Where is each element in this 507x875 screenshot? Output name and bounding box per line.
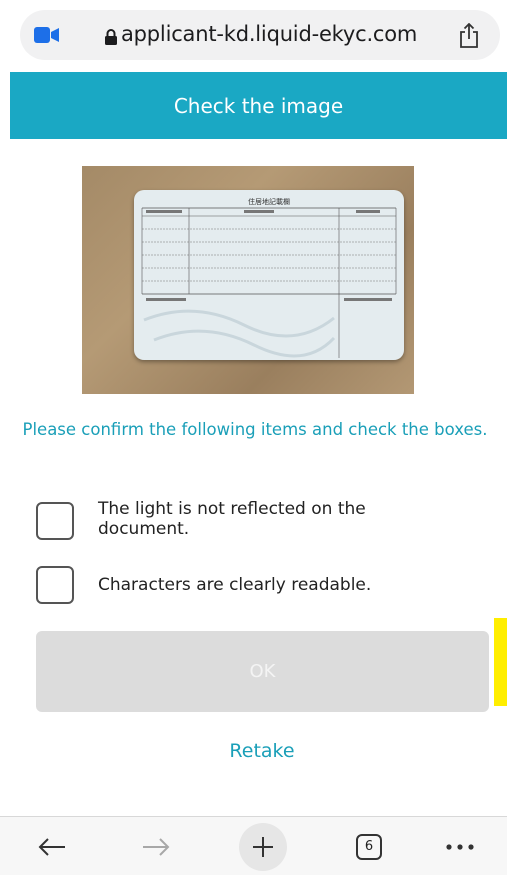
screen: applicant-kd.liquid-ekyc.com Check the i…	[0, 0, 507, 875]
captured-document-image: 住居地記載欄	[82, 166, 414, 394]
instruction-text: Please confirm the following items and c…	[22, 420, 488, 439]
page-title: Check the image	[173, 93, 344, 118]
residence-card-back: 住居地記載欄	[134, 190, 404, 360]
tabs-button[interactable]: 6	[352, 817, 386, 875]
back-button[interactable]	[32, 817, 72, 875]
url-text[interactable]: applicant-kd.liquid-ekyc.com	[121, 22, 417, 46]
characters-readable-checkbox[interactable]	[36, 566, 74, 604]
ok-button[interactable]: OK	[36, 631, 489, 712]
ok-button-label: OK	[249, 661, 276, 682]
video-camera-icon[interactable]	[34, 26, 60, 44]
checkbox-label[interactable]: Characters are clearly readable.	[98, 575, 428, 595]
card-title: 住居地記載欄	[248, 197, 290, 206]
tab-count-badge: 6	[356, 833, 382, 860]
address-bar[interactable]: applicant-kd.liquid-ekyc.com	[20, 10, 500, 60]
more-button[interactable]	[440, 817, 480, 875]
light-not-reflected-checkbox[interactable]	[36, 502, 74, 540]
card-grid-graphic: 住居地記載欄	[141, 197, 397, 358]
browser-toolbar: 6	[0, 816, 507, 875]
share-icon[interactable]	[458, 23, 480, 49]
more-dots-icon	[446, 843, 474, 850]
lock-icon	[105, 29, 117, 45]
page-header: Check the image	[10, 72, 507, 139]
yellow-highlight-bar	[494, 618, 507, 706]
checkbox-label[interactable]: The light is not reflected on the docume…	[98, 499, 428, 539]
back-arrow-icon	[38, 837, 65, 856]
plus-icon	[239, 822, 287, 871]
forward-button[interactable]	[136, 817, 176, 875]
new-tab-button[interactable]	[238, 817, 288, 875]
forward-arrow-icon	[143, 837, 170, 856]
retake-link[interactable]: Retake	[0, 740, 507, 762]
